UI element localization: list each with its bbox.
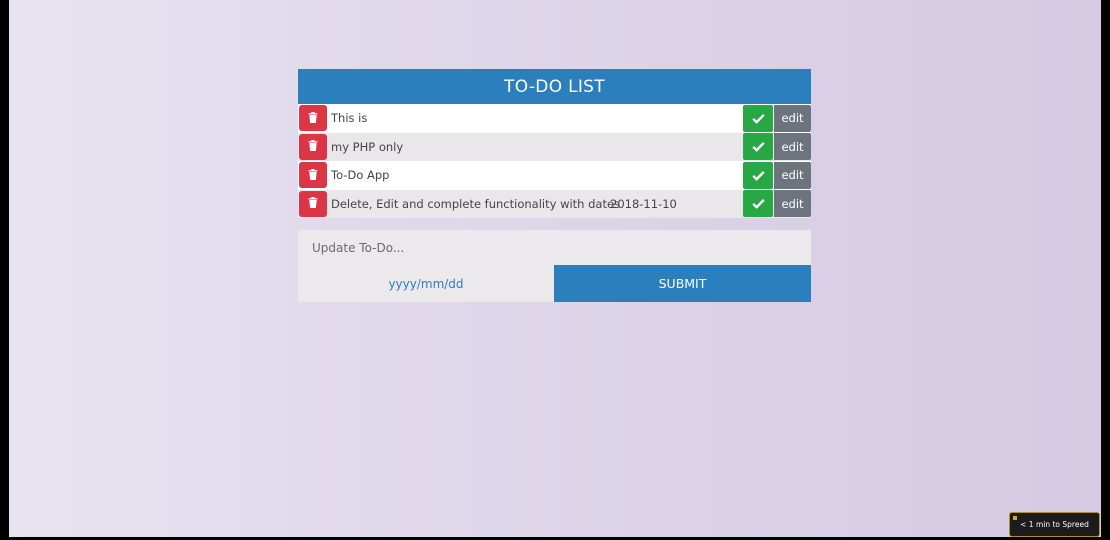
delete-button[interactable] bbox=[299, 105, 327, 132]
todo-item-text: This is bbox=[331, 111, 368, 126]
complete-button[interactable] bbox=[743, 133, 773, 161]
check-icon bbox=[751, 109, 765, 128]
todo-item: Delete, Edit and complete functionality … bbox=[298, 189, 811, 218]
page-title: TO-DO LIST bbox=[504, 76, 605, 97]
todo-item-text: To-Do App bbox=[331, 168, 390, 183]
complete-button[interactable] bbox=[743, 104, 773, 132]
delete-button[interactable] bbox=[299, 190, 327, 217]
edit-button[interactable]: edit bbox=[774, 161, 811, 189]
submit-button[interactable]: SUBMIT bbox=[554, 265, 811, 302]
todo-item-text: my PHP only bbox=[331, 139, 404, 154]
check-icon bbox=[751, 194, 765, 213]
todo-form: SUBMIT bbox=[298, 230, 811, 302]
delete-button[interactable] bbox=[299, 162, 327, 189]
trash-icon bbox=[307, 109, 319, 128]
todo-input[interactable] bbox=[298, 230, 811, 265]
form-bottom-row: SUBMIT bbox=[298, 265, 811, 302]
page-background: TO-DO LIST This is edit my PHP only edit… bbox=[9, 0, 1101, 537]
edit-button[interactable]: edit bbox=[774, 133, 811, 161]
todo-item: To-Do App edit bbox=[298, 161, 811, 190]
check-icon bbox=[751, 166, 765, 185]
edit-button[interactable]: edit bbox=[774, 104, 811, 132]
delete-button[interactable] bbox=[299, 133, 327, 160]
trash-icon bbox=[307, 194, 319, 213]
todo-item: my PHP only edit bbox=[298, 132, 811, 161]
trash-icon bbox=[307, 137, 319, 156]
toast-text: < 1 min to Spreed bbox=[1020, 520, 1089, 529]
todo-item-text: Delete, Edit and complete functionality … bbox=[331, 196, 621, 211]
toast-indicator-icon bbox=[1013, 516, 1017, 520]
complete-button[interactable] bbox=[743, 161, 773, 189]
edit-button[interactable]: edit bbox=[774, 190, 811, 218]
todo-list-header: TO-DO LIST bbox=[298, 69, 811, 104]
todo-item-date: 2018-11-10 bbox=[610, 196, 677, 211]
check-icon bbox=[751, 137, 765, 156]
trash-icon bbox=[307, 166, 319, 185]
todo-item: This is edit bbox=[298, 104, 811, 133]
reading-time-toast[interactable]: < 1 min to Spreed bbox=[1009, 512, 1100, 537]
todo-list-card: TO-DO LIST This is edit my PHP only edit… bbox=[298, 69, 811, 218]
complete-button[interactable] bbox=[743, 190, 773, 218]
date-input[interactable] bbox=[298, 265, 554, 302]
